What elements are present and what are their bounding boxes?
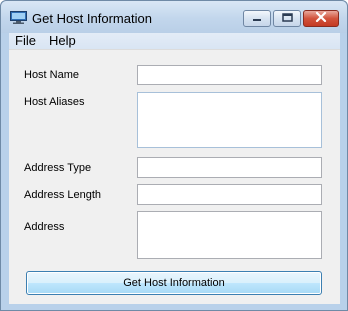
address-length-field[interactable] xyxy=(137,184,322,205)
host-name-label: Host Name xyxy=(24,69,80,81)
minimize-button[interactable] xyxy=(243,10,271,27)
address-field[interactable] xyxy=(137,211,322,259)
host-aliases-field[interactable] xyxy=(137,92,322,148)
host-name-field[interactable] xyxy=(137,65,322,85)
address-type-field[interactable] xyxy=(137,157,322,178)
form-panel: Host Name Host Aliases Address Type Addr… xyxy=(9,49,340,304)
maximize-button[interactable] xyxy=(273,10,301,27)
menu-help[interactable]: Help xyxy=(49,33,76,49)
address-label: Address xyxy=(24,221,65,233)
close-icon xyxy=(315,11,327,25)
menu-file[interactable]: File xyxy=(15,33,36,49)
minimize-icon xyxy=(252,13,262,25)
monitor-icon xyxy=(10,11,27,24)
address-type-label: Address Type xyxy=(24,162,92,174)
address-length-label: Address Length xyxy=(24,189,102,201)
menu-bar: File Help xyxy=(9,33,340,49)
host-aliases-label: Host Aliases xyxy=(24,96,85,108)
close-button[interactable] xyxy=(303,10,339,27)
app-window: Get Host Information File Help Host Name… xyxy=(0,0,348,311)
window-title: Get Host Information xyxy=(32,11,152,26)
maximize-icon xyxy=(281,12,293,25)
get-host-information-button[interactable]: Get Host Information xyxy=(26,271,322,295)
title-bar[interactable]: Get Host Information xyxy=(1,1,347,33)
